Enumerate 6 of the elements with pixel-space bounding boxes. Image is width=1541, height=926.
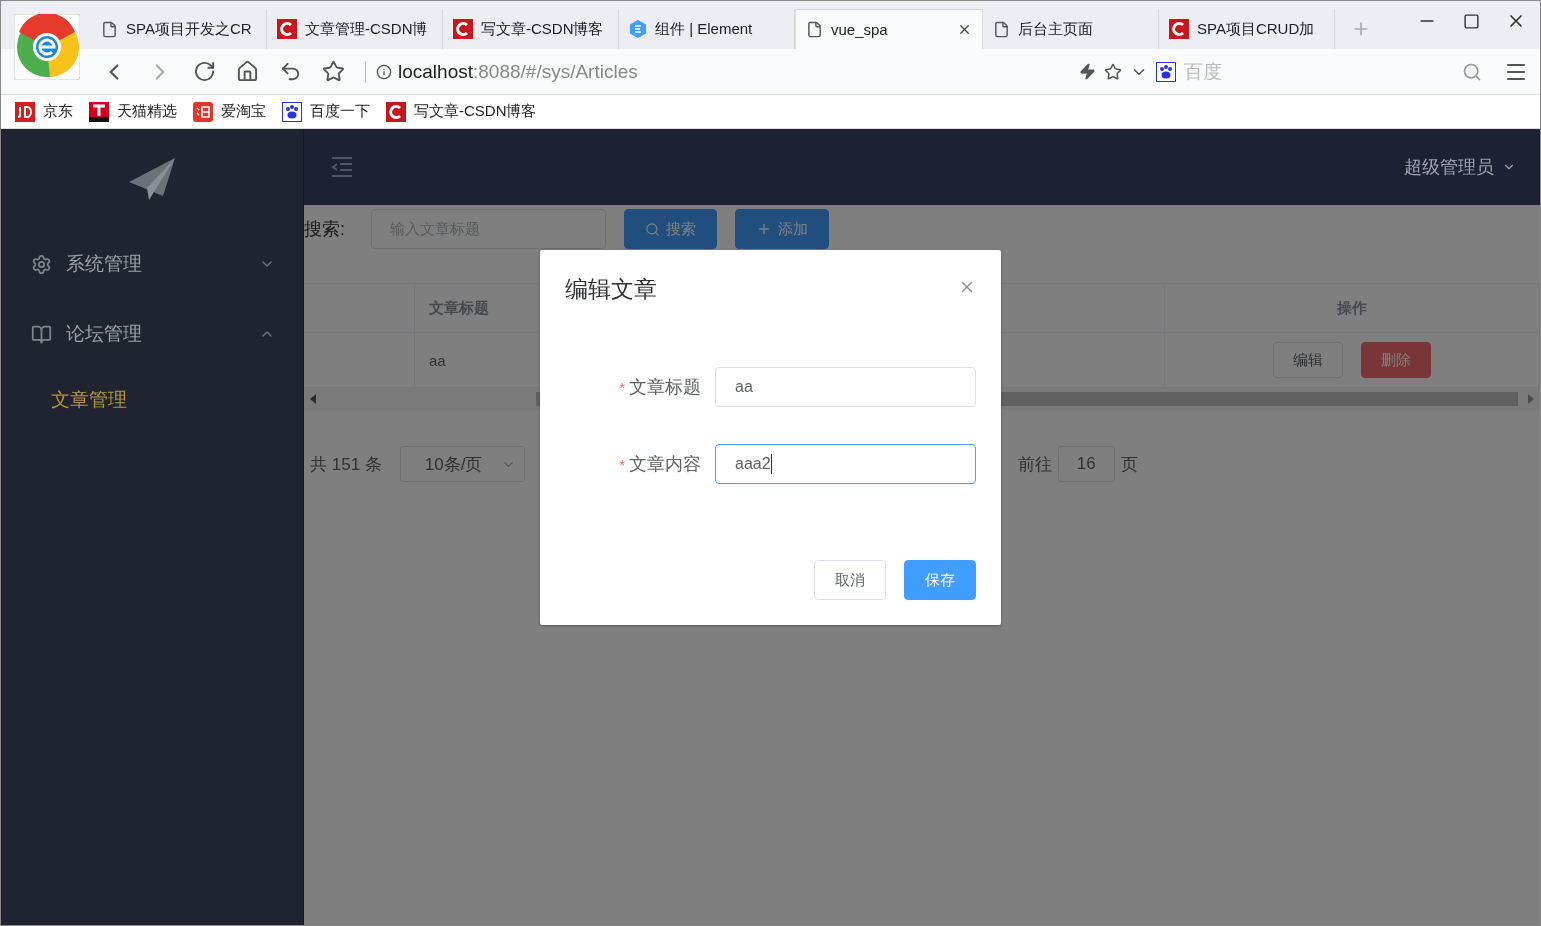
required-mark: * (619, 457, 625, 473)
search-label: 搜索: (304, 218, 346, 241)
field-label: * 文章内容 (618, 453, 702, 476)
goto-label: 前往 (1017, 453, 1052, 476)
page-label: 页 (1120, 453, 1138, 476)
total-count: 共 151 条 (310, 453, 382, 476)
